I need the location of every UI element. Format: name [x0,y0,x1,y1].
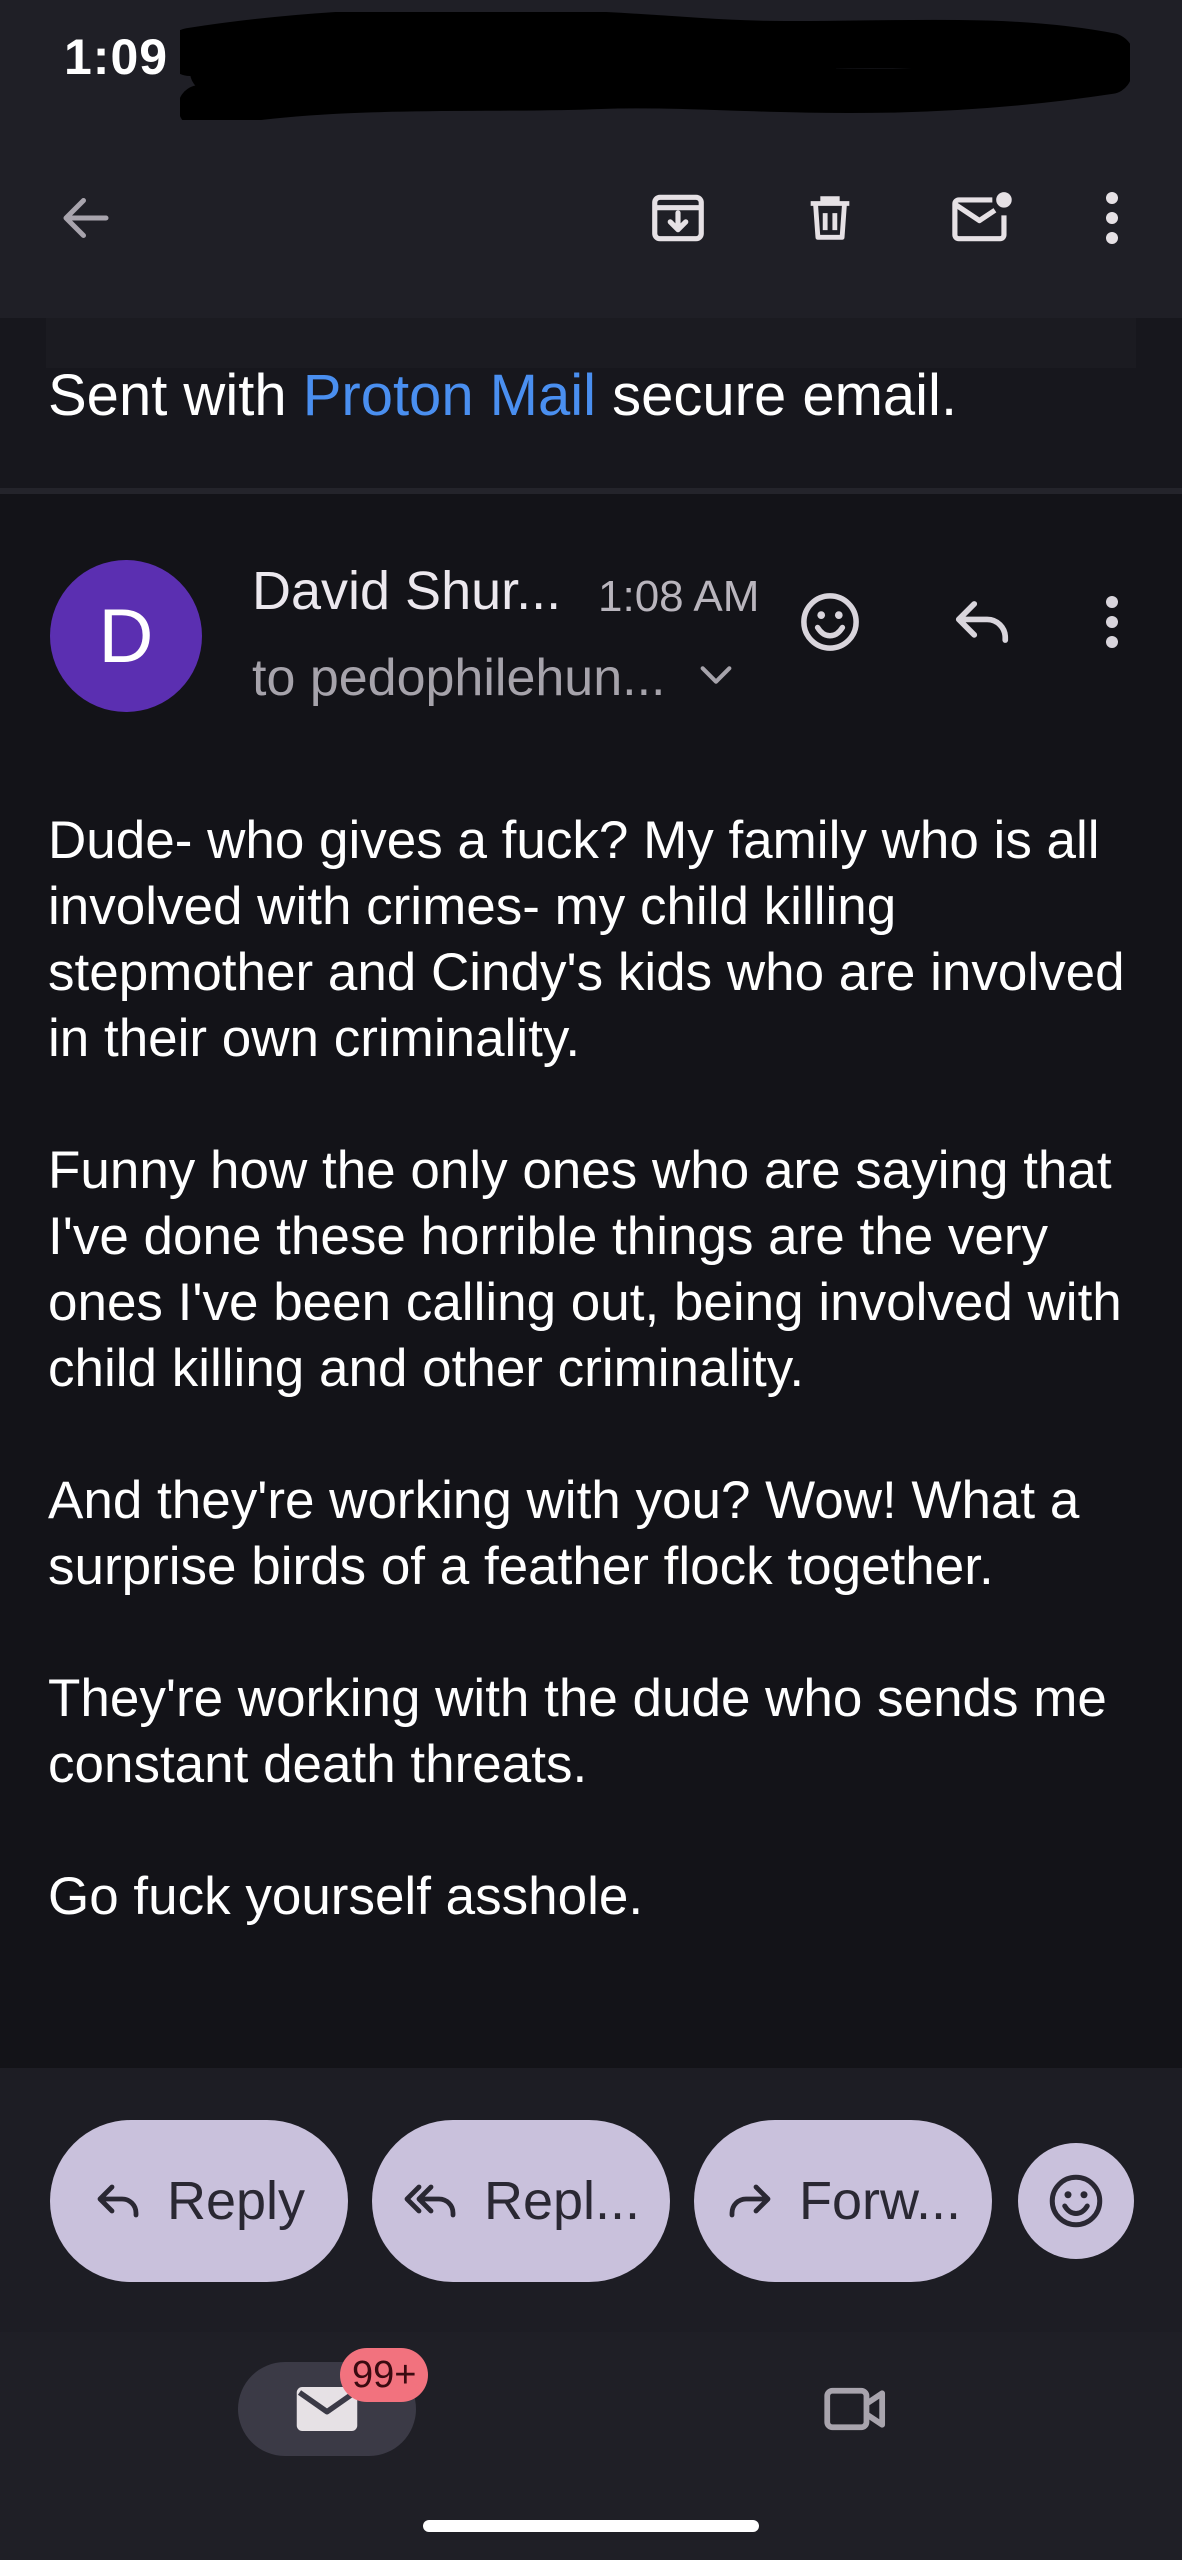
back-arrow-icon [63,198,109,238]
proton-mail-link[interactable]: Proton Mail [303,363,596,428]
emoji-icon [801,593,859,651]
nav-meet-tab[interactable] [806,2362,906,2456]
back-button[interactable] [38,170,134,266]
archive-icon [652,194,704,242]
message-more-button[interactable] [1064,574,1160,670]
mark-unread-button[interactable] [934,170,1030,266]
chevron-down-icon[interactable] [696,660,736,690]
reply-button[interactable]: Reply [50,2120,348,2282]
quoted-signature: Sent with Proton Mail secure email. [48,362,957,429]
quoted-message-edge [46,318,1136,368]
delete-icon [810,196,850,240]
body-paragraph: Funny how the only ones who are saying t… [48,1141,1122,1398]
message-divider [0,488,1182,494]
sender-avatar[interactable]: D [50,560,202,712]
reply-icon-button[interactable] [934,574,1030,670]
signature-suffix: secure email. [596,363,958,428]
status-time: 1:09 [64,29,169,85]
body-paragraph: Dude- who gives a fuck? My family who is… [48,811,1125,1068]
body-paragraph: They're working with the dude who sends … [48,1669,1107,1794]
reply-icon [955,601,1009,643]
unread-count-badge: 99+ [340,2348,429,2402]
message-time: 1:08 AM [598,572,760,621]
delete-button[interactable] [782,170,878,266]
recipient-line[interactable]: to pedophilehun... [252,648,665,708]
emoji-icon [1049,2174,1103,2228]
more-vertical-icon [1106,596,1118,648]
reply-all-icon [404,2184,456,2218]
react-button[interactable] [782,574,878,670]
video-camera-icon [824,2387,886,2431]
forward-button[interactable]: Forw... [694,2120,992,2282]
emoji-react-button[interactable] [1018,2143,1134,2259]
forward-icon [729,2184,771,2218]
archive-button[interactable] [630,170,726,266]
reply-all-button[interactable]: Repl... [372,2120,670,2282]
reply-icon [97,2184,139,2218]
mark-unread-icon [952,192,1012,242]
reply-all-label: Repl... [483,2171,641,2231]
message-body: Dude- who gives a fuck? My family who is… [48,808,1158,1930]
reply-label: Reply [166,2171,306,2231]
email-screen: 1:09 Sent with Proton Mail secure email.… [0,0,1182,2560]
forward-label: Forw... [798,2171,962,2231]
body-paragraph: And they're working with you? Wow! What … [48,1471,1080,1596]
body-paragraph: Go fuck yourself asshole. [48,1867,644,1926]
more-vertical-icon [1106,192,1118,244]
signature-prefix: Sent with [48,363,303,428]
home-indicator[interactable] [423,2520,759,2532]
more-options-button[interactable] [1064,170,1160,266]
sender-name[interactable]: David Shur... [252,560,561,622]
